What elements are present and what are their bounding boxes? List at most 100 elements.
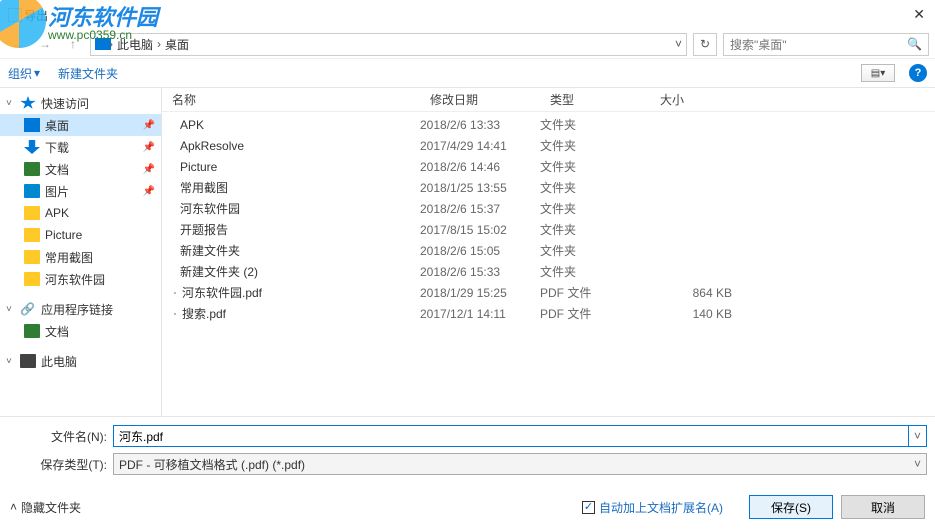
filetype-combo[interactable]: PDF - 可移植文档格式 (.pdf) (*.pdf) ˅ — [113, 453, 927, 475]
col-date[interactable]: 修改日期 — [420, 91, 540, 108]
desktop-icon — [24, 118, 40, 132]
addressbar: ← → ↑ › 此电脑 › 桌面 ˅ ↻ 搜索"桌面" 🔍 — [0, 30, 935, 58]
sidebar-applinks-docs[interactable]: 文档 — [0, 320, 161, 342]
search-icon[interactable]: 🔍 — [907, 37, 922, 51]
pc-icon — [20, 354, 36, 368]
nav-back-icon[interactable]: ← — [6, 33, 28, 55]
search-placeholder: 搜索"桌面" — [730, 36, 787, 53]
filetype-label: 保存类型(T): — [8, 456, 113, 473]
file-type: PDF 文件 — [540, 284, 650, 301]
sidebar-documents[interactable]: 文档📌 — [0, 158, 161, 180]
file-name: 搜索.pdf — [182, 305, 226, 322]
file-row[interactable]: APK2018/2/6 13:33文件夹 — [162, 114, 935, 135]
auto-extension-checkbox[interactable]: ✓ 自动加上文档扩展名(A) — [582, 499, 723, 516]
footer: ˄ 隐藏文件夹 ✓ 自动加上文档扩展名(A) 保存(S) 取消 — [0, 485, 935, 527]
expand-icon[interactable]: ˅ — [6, 98, 18, 109]
file-type: 文件夹 — [540, 158, 650, 175]
save-button[interactable]: 保存(S) — [749, 495, 833, 519]
search-input[interactable]: 搜索"桌面" 🔍 — [723, 33, 929, 56]
file-name: ApkResolve — [180, 139, 244, 153]
help-button[interactable]: ? — [909, 64, 927, 82]
col-type[interactable]: 类型 — [540, 91, 650, 108]
file-type: 文件夹 — [540, 179, 650, 196]
file-date: 2018/2/6 13:33 — [420, 118, 540, 132]
file-row[interactable]: 搜索.pdf2017/12/1 14:11PDF 文件140 KB — [162, 303, 935, 324]
file-date: 2018/1/25 13:55 — [420, 181, 540, 195]
close-button[interactable]: ✕ — [913, 6, 925, 23]
view-mode-button[interactable]: ▤ ▾ — [861, 64, 895, 82]
col-name[interactable]: 名称 — [162, 91, 420, 108]
file-type: 文件夹 — [540, 242, 650, 259]
file-name: 新建文件夹 (2) — [180, 263, 258, 280]
file-name: 河东软件园.pdf — [182, 284, 262, 301]
refresh-button[interactable]: ↻ — [693, 33, 717, 56]
col-size[interactable]: 大小 — [650, 91, 740, 108]
cancel-button[interactable]: 取消 — [841, 495, 925, 519]
sidebar-applinks[interactable]: ˅🔗应用程序链接 — [0, 298, 161, 320]
document-icon — [24, 162, 40, 176]
filename-input[interactable] — [113, 425, 909, 447]
file-date: 2017/4/29 14:41 — [420, 139, 540, 153]
chevron-right-icon: › — [157, 37, 161, 51]
hide-folders-button[interactable]: ˄ 隐藏文件夹 — [10, 499, 81, 516]
organize-button[interactable]: 组织 ▾ — [8, 65, 40, 82]
file-row[interactable]: 常用截图2018/1/25 13:55文件夹 — [162, 177, 935, 198]
folder-icon — [24, 206, 40, 220]
file-type: 文件夹 — [540, 137, 650, 154]
breadcrumb-dropdown-icon[interactable]: ˅ — [675, 37, 682, 51]
chevron-down-icon: ˅ — [914, 457, 921, 471]
sidebar-picture-en[interactable]: Picture — [0, 224, 161, 246]
expand-icon[interactable]: ˅ — [6, 304, 18, 315]
file-row[interactable]: 河东软件园2018/2/6 15:37文件夹 — [162, 198, 935, 219]
sidebar-thispc[interactable]: ˅此电脑 — [0, 350, 161, 372]
file-date: 2018/2/6 15:37 — [420, 202, 540, 216]
file-date: 2017/8/15 15:02 — [420, 223, 540, 237]
chevron-up-icon: ˄ — [10, 500, 17, 514]
nav-up-icon[interactable]: ↑ — [62, 33, 84, 55]
folder-icon — [24, 250, 40, 264]
nav-forward-icon[interactable]: → — [34, 33, 56, 55]
filename-dropdown-icon[interactable]: ˅ — [909, 425, 927, 447]
new-folder-button[interactable]: 新建文件夹 — [58, 65, 118, 82]
file-date: 2018/2/6 14:46 — [420, 160, 540, 174]
file-row[interactable]: 河东软件园.pdf2018/1/29 15:25PDF 文件864 KB — [162, 282, 935, 303]
column-headers: 名称 修改日期 类型 大小 — [162, 88, 935, 112]
sidebar-desktop[interactable]: 桌面📌 — [0, 114, 161, 136]
pin-icon: 📌 — [143, 120, 155, 131]
app-icon — [8, 8, 22, 22]
file-name: 新建文件夹 — [180, 242, 240, 259]
file-size: 140 KB — [650, 307, 740, 321]
pdf-icon — [174, 313, 176, 315]
file-row[interactable]: 新建文件夹2018/2/6 15:05文件夹 — [162, 240, 935, 261]
file-name: Picture — [180, 160, 217, 174]
expand-icon[interactable]: ˅ — [6, 356, 18, 367]
folder-icon — [24, 272, 40, 286]
file-row[interactable]: ApkResolve 2017/4/29 14:41文件夹 — [162, 135, 935, 156]
sidebar-pictures[interactable]: 图片📌 — [0, 180, 161, 202]
file-area: 名称 修改日期 类型 大小 APK2018/2/6 13:33文件夹ApkRes… — [162, 88, 935, 416]
star-icon — [20, 96, 36, 110]
window-title: 导出 — [24, 7, 48, 24]
titlebar: 导出 ✕ — [0, 0, 935, 30]
pin-icon: 📌 — [143, 142, 155, 153]
file-name: 开题报告 — [180, 221, 228, 238]
toolbar: 组织 ▾ 新建文件夹 ▤ ▾ ? — [0, 58, 935, 88]
file-row[interactable]: 新建文件夹 (2)2018/2/6 15:33文件夹 — [162, 261, 935, 282]
link-icon: 🔗 — [20, 302, 36, 316]
file-list: APK2018/2/6 13:33文件夹 ApkResolve 2017/4/29 … — [162, 112, 935, 416]
sidebar-apk[interactable]: APK — [0, 202, 161, 224]
file-row[interactable]: 开题报告 2017/8/15 15:02文件夹 — [162, 219, 935, 240]
sidebar-quick-access[interactable]: ˅快速访问 — [0, 92, 161, 114]
breadcrumb[interactable]: › 此电脑 › 桌面 ˅ — [90, 33, 687, 56]
file-type: 文件夹 — [540, 221, 650, 238]
crumb-thispc[interactable]: 此电脑 — [117, 36, 153, 53]
sidebar-hedong[interactable]: 河东软件园 — [0, 268, 161, 290]
body-area: ˅快速访问 桌面📌 下载📌 文档📌 图片📌 APK Picture 常用截图 河… — [0, 88, 935, 416]
download-icon — [24, 140, 40, 154]
sidebar-screenshots[interactable]: 常用截图 — [0, 246, 161, 268]
crumb-desktop[interactable]: 桌面 — [165, 36, 189, 53]
file-row[interactable]: Picture 2018/2/6 14:46文件夹 — [162, 156, 935, 177]
file-date: 2018/1/29 15:25 — [420, 286, 540, 300]
sidebar-downloads[interactable]: 下载📌 — [0, 136, 161, 158]
pin-icon: 📌 — [143, 186, 155, 197]
